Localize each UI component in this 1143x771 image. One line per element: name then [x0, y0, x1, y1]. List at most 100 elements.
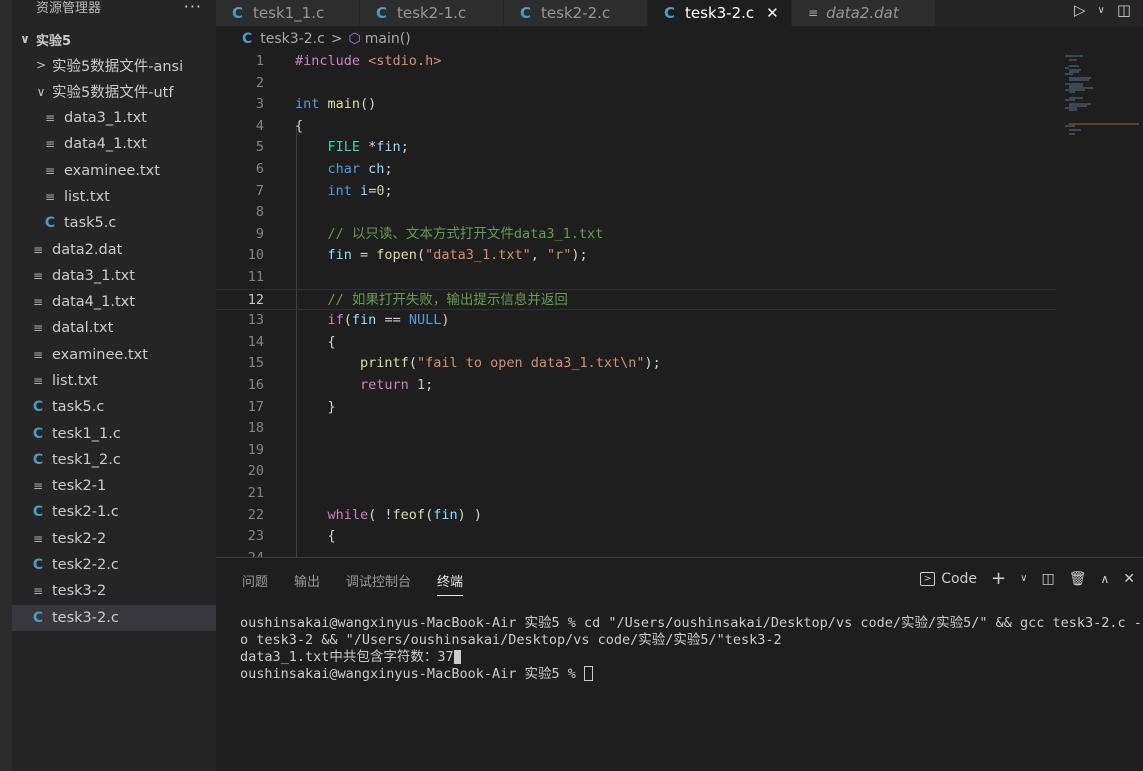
tree-file[interactable]: ≡ data3_1.txt — [12, 105, 216, 131]
tree-file[interactable]: ≡ datal.txt — [12, 315, 216, 341]
editor-tab[interactable]: ≡ data2.dat — [792, 0, 936, 26]
chevron-right-icon[interactable]: > — [34, 58, 48, 72]
code-line[interactable]: 22 while( !feof(fin) ) — [216, 505, 1056, 527]
code-text: int i=0; — [295, 181, 393, 203]
tree-folder[interactable]: ∨ 实验5数据文件-utf — [12, 79, 216, 105]
tree-file[interactable]: ≡ list.txt — [12, 184, 216, 210]
tree-file[interactable]: ≡ data4_1.txt — [12, 289, 216, 315]
tree-item-label: examinee.txt — [64, 162, 160, 179]
code-token: } — [327, 398, 336, 415]
code-line[interactable]: 9 // 以只读、文本方式打开文件data3_1.txt — [216, 224, 1056, 246]
code-line[interactable]: 2 — [216, 73, 1056, 95]
tree-file[interactable]: ≡ data2.dat — [12, 236, 216, 262]
tree-file[interactable]: ≡ examinee.txt — [12, 157, 216, 183]
tree-file[interactable]: ≡ data4_1.txt — [12, 131, 216, 157]
close-icon[interactable]: ✕ — [766, 4, 779, 22]
code-line[interactable]: 24 — [216, 548, 1056, 557]
code-line[interactable]: 7 int i=0; — [216, 181, 1056, 203]
trash-icon[interactable]: 🗑 — [1069, 571, 1087, 587]
code-line[interactable]: 21 — [216, 483, 1056, 505]
tree-file[interactable]: Ctesk2-1.c — [12, 499, 216, 525]
code-token: == — [376, 312, 409, 329]
panel-tab[interactable]: 调试控制台 — [346, 571, 411, 596]
line-number: 1 — [255, 53, 264, 69]
close-panel-icon[interactable]: ✕ — [1123, 571, 1135, 587]
code-line[interactable]: 16 return 1; — [216, 375, 1056, 397]
split-editor-icon[interactable]: ◫ — [1117, 1, 1131, 19]
line-number: 22 — [247, 506, 264, 523]
editor-tab[interactable]: Ctesk3-2.c ✕ — [648, 0, 792, 26]
code-line[interactable]: 12 // 如果打开失败，输出提示信息并返回 — [216, 288, 1056, 312]
chevron-down-icon[interactable]: ∨ — [34, 85, 48, 99]
code-line[interactable]: 17 } — [216, 397, 1056, 419]
tree-file[interactable]: Ctesk3-2.c — [12, 604, 216, 631]
code-line[interactable]: 3 int main() — [216, 94, 1056, 116]
code-line[interactable]: 23 { — [216, 526, 1056, 548]
tree-folder[interactable]: > 实验5数据文件-ansi — [12, 52, 216, 78]
panel-tab[interactable]: 问题 — [242, 571, 268, 596]
panel-tab[interactable]: 输出 — [294, 571, 320, 596]
code-line[interactable]: 14 { — [216, 332, 1056, 354]
code-text: // 如果打开失败，输出提示信息并返回 — [295, 290, 568, 312]
terminal-text: o tesk3-2 && "/Users/oushinsakai/Desktop… — [240, 632, 782, 648]
code-line[interactable]: 11 — [216, 267, 1056, 289]
minimap[interactable] — [1063, 51, 1143, 171]
code-text: fin = fopen("data3_1.txt", "r"); — [295, 245, 588, 267]
code-line[interactable]: 20 — [216, 461, 1056, 483]
breadcrumb-symbol[interactable]: main() — [365, 31, 411, 47]
more-actions-icon[interactable]: ··· — [184, 0, 202, 16]
tree-file[interactable]: ≡ tesk2-1 — [12, 473, 216, 499]
code-line[interactable]: 6 char ch; — [216, 159, 1056, 181]
code-token: i — [360, 182, 369, 199]
tree-folder[interactable]: ∨ 实验5 — [12, 26, 216, 52]
text-file-icon: ≡ — [32, 584, 44, 599]
editor-tab[interactable]: Ctesk2-2.c — [504, 0, 648, 26]
tree-file[interactable]: Ctask5.c — [12, 394, 216, 420]
code-line[interactable]: 1 #include <stdio.h> — [216, 51, 1056, 73]
add-terminal-icon[interactable]: + — [991, 568, 1006, 589]
activity-bar — [0, 0, 12, 771]
tree-file[interactable]: Ctesk1_2.c — [12, 447, 216, 473]
code-line[interactable]: 8 — [216, 202, 1056, 224]
terminal-output[interactable]: oushinsakai@wangxinyus-MacBook-Air 实验5 %… — [240, 615, 1142, 683]
run-dropdown-icon[interactable]: ∨ — [1097, 5, 1104, 16]
code-line[interactable]: 15 printf("fail to open data3_1.txt\n"); — [216, 353, 1056, 375]
panel-tab[interactable]: 终端 — [437, 571, 464, 596]
tree-file[interactable]: ≡ tesk3-2 — [12, 578, 216, 604]
code-line[interactable]: 10 fin = fopen("data3_1.txt", "r"); — [216, 245, 1056, 267]
code-line[interactable]: 19 — [216, 440, 1056, 462]
tree-file[interactable]: ≡ list.txt — [12, 368, 216, 394]
tree-file[interactable]: ≡ data3_1.txt — [12, 263, 216, 289]
text-file-icon: ≡ — [32, 531, 44, 546]
line-number: 21 — [247, 485, 264, 501]
terminal-line: data3_1.txt中共包含字符数：37 — [240, 649, 1140, 666]
code-editor[interactable]: 1 #include <stdio.h> 2 3 int main() 4{5 FILE … — [216, 51, 1143, 557]
code-line[interactable]: 18 — [216, 418, 1056, 440]
editor-tab[interactable]: Ctesk2-1.c — [360, 0, 504, 26]
tree-file[interactable]: ≡ examinee.txt — [12, 342, 216, 368]
code-line[interactable]: 13 if(fin == NULL) — [216, 310, 1056, 332]
split-terminal-icon[interactable]: ◫ — [1041, 571, 1054, 587]
maximize-panel-icon[interactable]: ∧ — [1100, 572, 1109, 586]
code-token: ) ) — [457, 506, 482, 523]
explorer-title: 资源管理器 — [36, 1, 102, 16]
tree-item-label: list.txt — [52, 373, 98, 389]
code-token: return — [360, 377, 409, 393]
tree-item-label: tesk3-2.c — [52, 609, 119, 626]
tree-item-label: tesk2-1.c — [52, 504, 119, 521]
terminal-selector[interactable]: > Code — [920, 571, 977, 587]
editor-tab[interactable]: Ctesk1_1.c — [216, 0, 360, 26]
code-line[interactable]: 4{ — [216, 116, 1056, 138]
tree-file[interactable]: Ctask5.c — [12, 210, 216, 236]
tree-file[interactable]: Ctesk2-2.c — [12, 552, 216, 578]
breadcrumb-file[interactable]: tesk3-2.c — [260, 31, 325, 47]
panel-tabs: 问题 输出 调试控制台 终端 — [242, 571, 464, 596]
tree-file[interactable]: Ctesk1_1.c — [12, 420, 216, 446]
tab-label: data2.dat — [826, 4, 899, 22]
symbol-method-icon: ⬡ — [348, 31, 361, 47]
tree-file[interactable]: ≡ tesk2-2 — [12, 526, 216, 552]
terminal-dropdown-icon[interactable]: ∨ — [1020, 573, 1027, 584]
run-icon[interactable]: ▷ — [1074, 1, 1086, 19]
code-line[interactable]: 5 FILE *fin; — [216, 137, 1056, 159]
chevron-down-icon[interactable]: ∨ — [18, 32, 32, 46]
